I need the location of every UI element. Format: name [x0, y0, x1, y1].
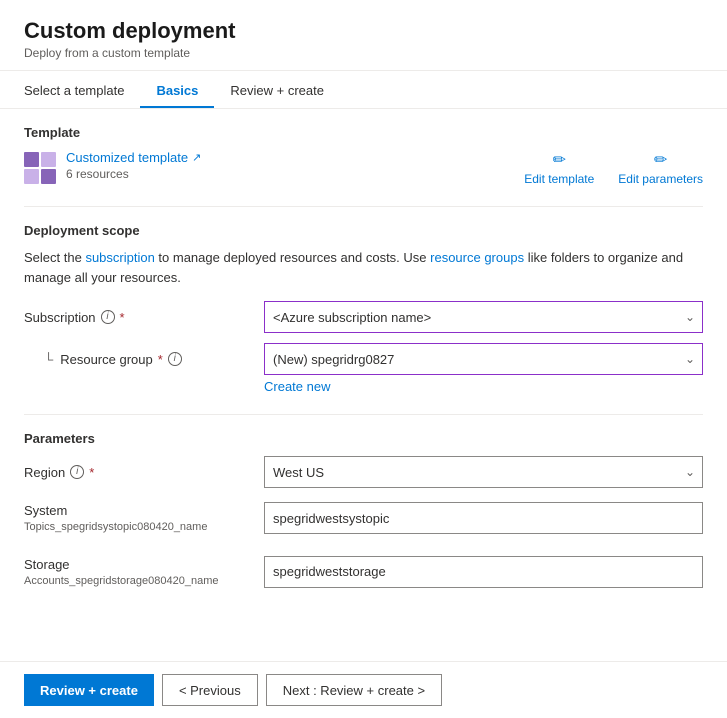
template-icon [24, 152, 56, 184]
resource-group-info-icon[interactable]: i [168, 352, 182, 366]
icon-cell-2 [41, 152, 56, 167]
storage-sublabel: Accounts_spegridstorage080420_name [24, 574, 264, 589]
storage-row: Storage Accounts_spegridstorage080420_na… [24, 546, 703, 590]
system-input[interactable] [264, 502, 703, 534]
region-control: West US ⌄ [264, 456, 703, 488]
template-name-link[interactable]: Customized template ↗ [66, 150, 201, 165]
edit-parameters-label: Edit parameters [618, 172, 703, 186]
system-label-area: System Topics_spegridsystopic080420_name [24, 502, 264, 536]
template-row: Customized template ↗ 6 resources ✏ Edit… [24, 150, 703, 186]
template-section-label: Template [24, 125, 703, 140]
region-label: Region i [24, 465, 264, 480]
template-resources: 6 resources [66, 167, 201, 181]
subscription-select[interactable]: <Azure subscription name> [264, 301, 703, 333]
subscription-link[interactable]: subscription [85, 250, 154, 265]
subscription-row: Subscription i <Azure subscription name>… [24, 301, 703, 333]
resource-group-row: └ Resource group * i (New) spegridrg0827… [24, 343, 703, 375]
review-create-button[interactable]: Review + create [24, 674, 154, 706]
region-select[interactable]: West US [264, 456, 703, 488]
region-info-icon[interactable]: i [70, 465, 84, 479]
create-new-link[interactable]: Create new [264, 379, 703, 394]
edit-template-label: Edit template [524, 172, 594, 186]
subscription-label: Subscription i [24, 310, 264, 325]
subscription-select-wrapper: <Azure subscription name> ⌄ [264, 301, 703, 333]
template-section: Template Customized template ↗ 6 resourc… [24, 125, 703, 186]
storage-label: Storage [24, 556, 264, 574]
deployment-scope-section: Deployment scope Select the subscription… [24, 206, 703, 394]
region-row: Region i West US ⌄ [24, 456, 703, 488]
deployment-scope-label: Deployment scope [24, 223, 703, 238]
edit-template-pencil-icon: ✏ [553, 150, 566, 170]
page-title: Custom deployment [24, 18, 703, 44]
icon-cell-1 [24, 152, 39, 167]
page-subtitle: Deploy from a custom template [24, 46, 703, 60]
subscription-control: <Azure subscription name> ⌄ [264, 301, 703, 333]
edit-parameters-button[interactable]: ✏ Edit parameters [618, 150, 703, 186]
parameters-section: Parameters Region i West US ⌄ System Top… [24, 414, 703, 589]
edit-template-button[interactable]: ✏ Edit template [524, 150, 594, 186]
system-label: System [24, 502, 264, 520]
template-name-text: Customized template [66, 150, 188, 165]
storage-control [264, 556, 703, 588]
scope-description: Select the subscription to manage deploy… [24, 248, 703, 287]
system-row: System Topics_spegridsystopic080420_name [24, 498, 703, 536]
resource-group-label: Resource group [60, 352, 153, 367]
resource-group-select-wrapper: (New) spegridrg0827 ⌄ [264, 343, 703, 375]
system-control [264, 502, 703, 534]
previous-button[interactable]: < Previous [162, 674, 258, 706]
template-name-area: Customized template ↗ 6 resources [66, 150, 201, 181]
template-info: Customized template ↗ 6 resources [24, 150, 201, 184]
storage-label-area: Storage Accounts_spegridstorage080420_na… [24, 556, 264, 590]
edit-parameters-pencil-icon: ✏ [654, 150, 667, 170]
tab-review-create[interactable]: Review + create [214, 71, 340, 108]
system-sublabel: Topics_spegridsystopic080420_name [24, 520, 264, 535]
parameters-label: Parameters [24, 431, 703, 446]
tab-select-template[interactable]: Select a template [24, 71, 140, 108]
tabs-bar: Select a template Basics Review + create [0, 71, 727, 109]
main-content: Template Customized template ↗ 6 resourc… [0, 109, 727, 689]
storage-input[interactable] [264, 556, 703, 588]
region-select-wrapper: West US ⌄ [264, 456, 703, 488]
edit-actions: ✏ Edit template ✏ Edit parameters [524, 150, 703, 186]
icon-cell-3 [24, 169, 39, 184]
icon-cell-4 [41, 169, 56, 184]
resource-group-indent: └ Resource group * i [24, 352, 264, 367]
external-link-icon: ↗ [192, 151, 201, 164]
next-button[interactable]: Next : Review + create > [266, 674, 442, 706]
footer-bar: Review + create < Previous Next : Review… [0, 661, 727, 718]
resource-group-control: (New) spegridrg0827 ⌄ [264, 343, 703, 375]
tab-basics[interactable]: Basics [140, 71, 214, 108]
header-section: Custom deployment Deploy from a custom t… [0, 0, 727, 71]
resource-groups-link[interactable]: resource groups [430, 250, 524, 265]
subscription-info-icon[interactable]: i [101, 310, 115, 324]
resource-group-select[interactable]: (New) spegridrg0827 [264, 343, 703, 375]
